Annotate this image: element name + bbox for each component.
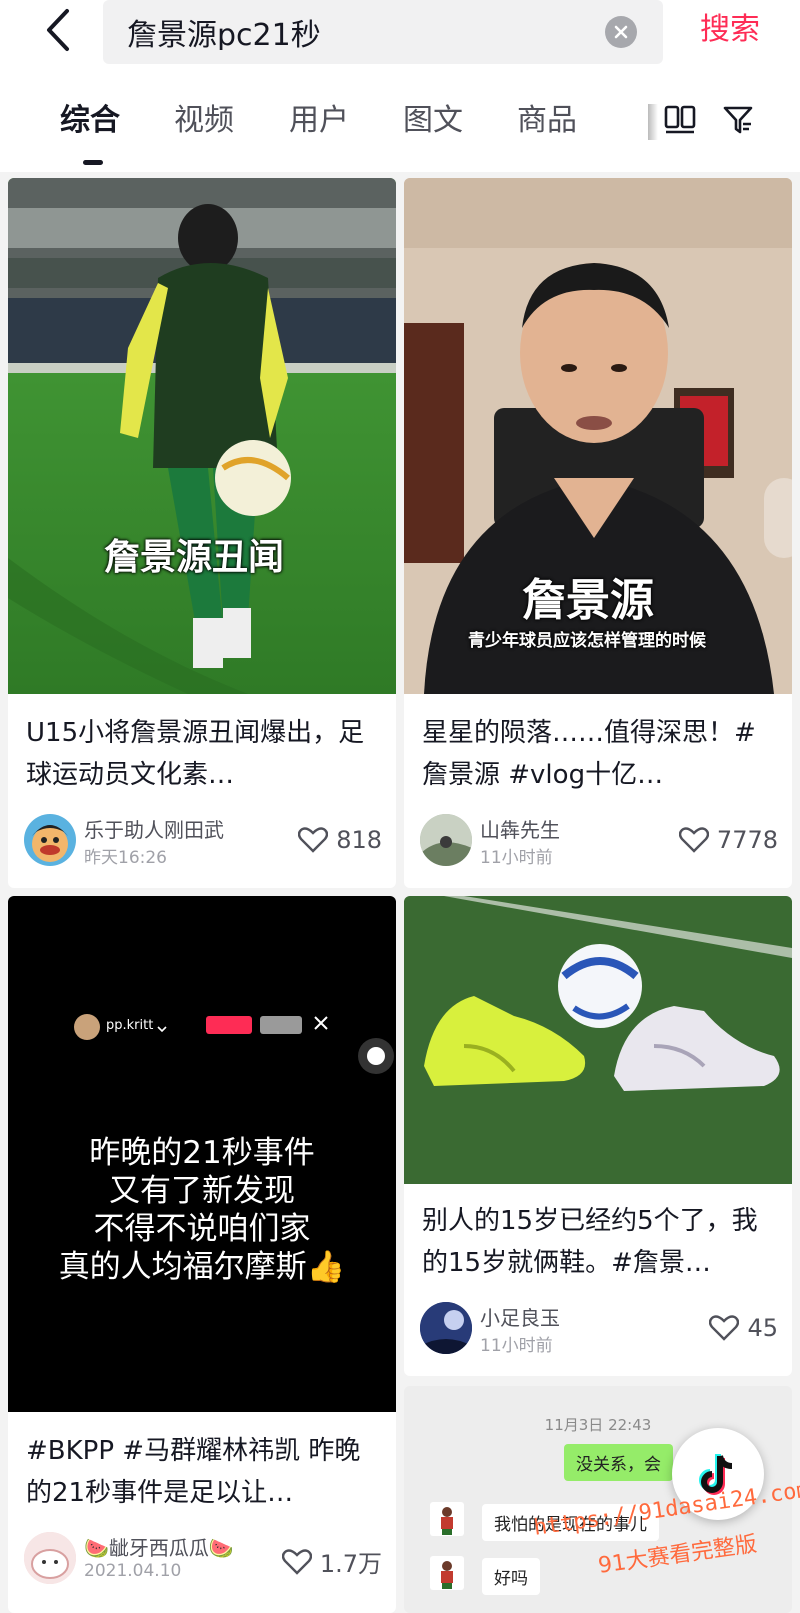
post-time: 昨天16:26	[84, 848, 167, 868]
like-count-value: 45	[747, 1314, 778, 1342]
post-time: 2021.04.10	[84, 1561, 182, 1581]
overlay-badge	[206, 1016, 252, 1034]
landscape-avatar-image	[420, 814, 472, 866]
like-count-value: 7778	[716, 826, 778, 854]
heart-icon	[678, 827, 709, 853]
tab-users[interactable]: 用户	[289, 100, 349, 142]
close-icon	[614, 25, 628, 39]
back-button[interactable]	[38, 8, 78, 52]
avatar[interactable]	[24, 1532, 76, 1584]
close-icon	[312, 1014, 330, 1032]
search-input[interactable]	[127, 14, 587, 50]
author-name[interactable]: 山犇先生	[480, 814, 560, 843]
video-thumbnail[interactable]: 詹景源丑闻	[8, 178, 396, 694]
chevron-down-icon	[156, 1020, 168, 1033]
tab-video[interactable]: 视频	[174, 100, 234, 142]
search-button[interactable]: 搜索	[700, 8, 760, 52]
avatar	[430, 1502, 464, 1536]
layout-toggle-button[interactable]	[660, 100, 700, 140]
result-card[interactable]: 詹景源丑闻 U15小将詹景源丑闻爆出，足球运动员文化素… 乐于助人刚田武 昨天1…	[8, 178, 396, 888]
result-card[interactable]: 詹景源 青少年球员应该怎样管理的时候 星星的陨落……值得深思！#詹景源 #vlo…	[404, 178, 792, 888]
video-thumbnail[interactable]: pp.kritt 昨晚的21秒事件 又有了新发现 不得不说咱们家 真的人均福尔摩…	[8, 896, 396, 1412]
thumbnail-caption: 昨晚的21秒事件 又有了新发现 不得不说咱们家 真的人均福尔摩斯👍	[8, 1134, 396, 1286]
tab-overflow-fade	[648, 104, 658, 140]
tab-products[interactable]: 商品	[517, 100, 577, 142]
record-icon	[358, 1038, 394, 1074]
avatar	[74, 1014, 100, 1040]
thumbnail-subcaption: 青少年球员应该怎样管理的时候	[468, 631, 706, 651]
caption-line: 不得不说咱们家	[93, 1211, 311, 1247]
heart-icon	[281, 1548, 312, 1575]
author-name[interactable]: 乐于助人刚田武	[84, 814, 224, 843]
night-sky-avatar-image	[420, 1302, 472, 1354]
search-box[interactable]	[103, 0, 663, 64]
tab-image-text[interactable]: 图文	[403, 100, 463, 142]
caption-line: 真的人均福尔摩斯👍	[58, 1249, 346, 1285]
filter-icon	[723, 106, 753, 134]
grid-layout-icon	[664, 105, 696, 134]
avatar[interactable]	[420, 1302, 472, 1354]
thumbnail-caption: 詹景源丑闻	[104, 537, 285, 578]
card-title: 星星的陨落……值得深思！#詹景源 #vlog十亿…	[422, 718, 756, 790]
heart-icon	[298, 827, 329, 853]
like-count-value: 818	[336, 826, 382, 854]
category-tabs: 综合 视频 用户 图文 商品	[0, 80, 800, 172]
post-time: 11小时前	[480, 848, 553, 868]
like-count-value: 1.7万	[319, 1550, 382, 1578]
avatar	[430, 1556, 464, 1590]
author-name[interactable]: 小足良玉	[480, 1302, 560, 1331]
result-card[interactable]: 别人的15岁已经约5个了，我的15岁就俩鞋。#詹景… 小足良玉 11小时前 45	[404, 896, 792, 1376]
author-name[interactable]: 🍉龇牙西瓜瓜🍉	[84, 1532, 234, 1561]
result-card[interactable]: pp.kritt 昨晚的21秒事件 又有了新发现 不得不说咱们家 真的人均福尔摩…	[8, 896, 396, 1613]
chevron-left-icon	[47, 9, 69, 51]
chat-bubble: 好吗	[482, 1558, 540, 1595]
tab-comprehensive[interactable]: 综合	[60, 100, 120, 142]
card-title: U15小将詹景源丑闻爆出，足球运动员文化素…	[26, 718, 365, 790]
overlay-username: pp.kritt	[106, 1018, 154, 1033]
overlay-badge	[260, 1016, 302, 1034]
cartoon-avatar-image	[24, 1532, 76, 1584]
like-count[interactable]: 7778	[678, 826, 778, 854]
cartoon-avatar-image	[32, 825, 68, 862]
like-count[interactable]: 1.7万	[281, 1544, 382, 1579]
top-bar: 搜索	[0, 0, 800, 80]
like-count[interactable]: 45	[709, 1314, 778, 1342]
filter-button[interactable]	[718, 100, 758, 140]
soccer-shoes-image	[404, 896, 792, 1184]
avatar[interactable]	[420, 814, 472, 866]
active-tab-indicator	[83, 160, 103, 165]
soccer-player-image	[8, 178, 396, 694]
clear-search-button[interactable]	[605, 16, 637, 48]
thumbnail-caption: 詹景源	[522, 575, 654, 626]
side-handle	[764, 478, 792, 558]
chat-bubble: 没关系，会	[564, 1444, 673, 1481]
caption-line: 又有了新发现	[109, 1173, 295, 1209]
avatar[interactable]	[24, 814, 76, 866]
card-title: #BKPP #马群耀林祎凯 昨晚的21秒事件是足以让…	[26, 1436, 361, 1508]
video-thumbnail[interactable]: 詹景源 青少年球员应该怎样管理的时候	[404, 178, 792, 694]
video-thumbnail[interactable]	[404, 896, 792, 1184]
like-count[interactable]: 818	[298, 826, 382, 854]
heart-icon	[709, 1315, 740, 1341]
card-title: 别人的15岁已经约5个了，我的15岁就俩鞋。#詹景…	[422, 1206, 758, 1278]
post-time: 11小时前	[480, 1336, 553, 1356]
caption-line: 昨晚的21秒事件	[89, 1135, 315, 1171]
